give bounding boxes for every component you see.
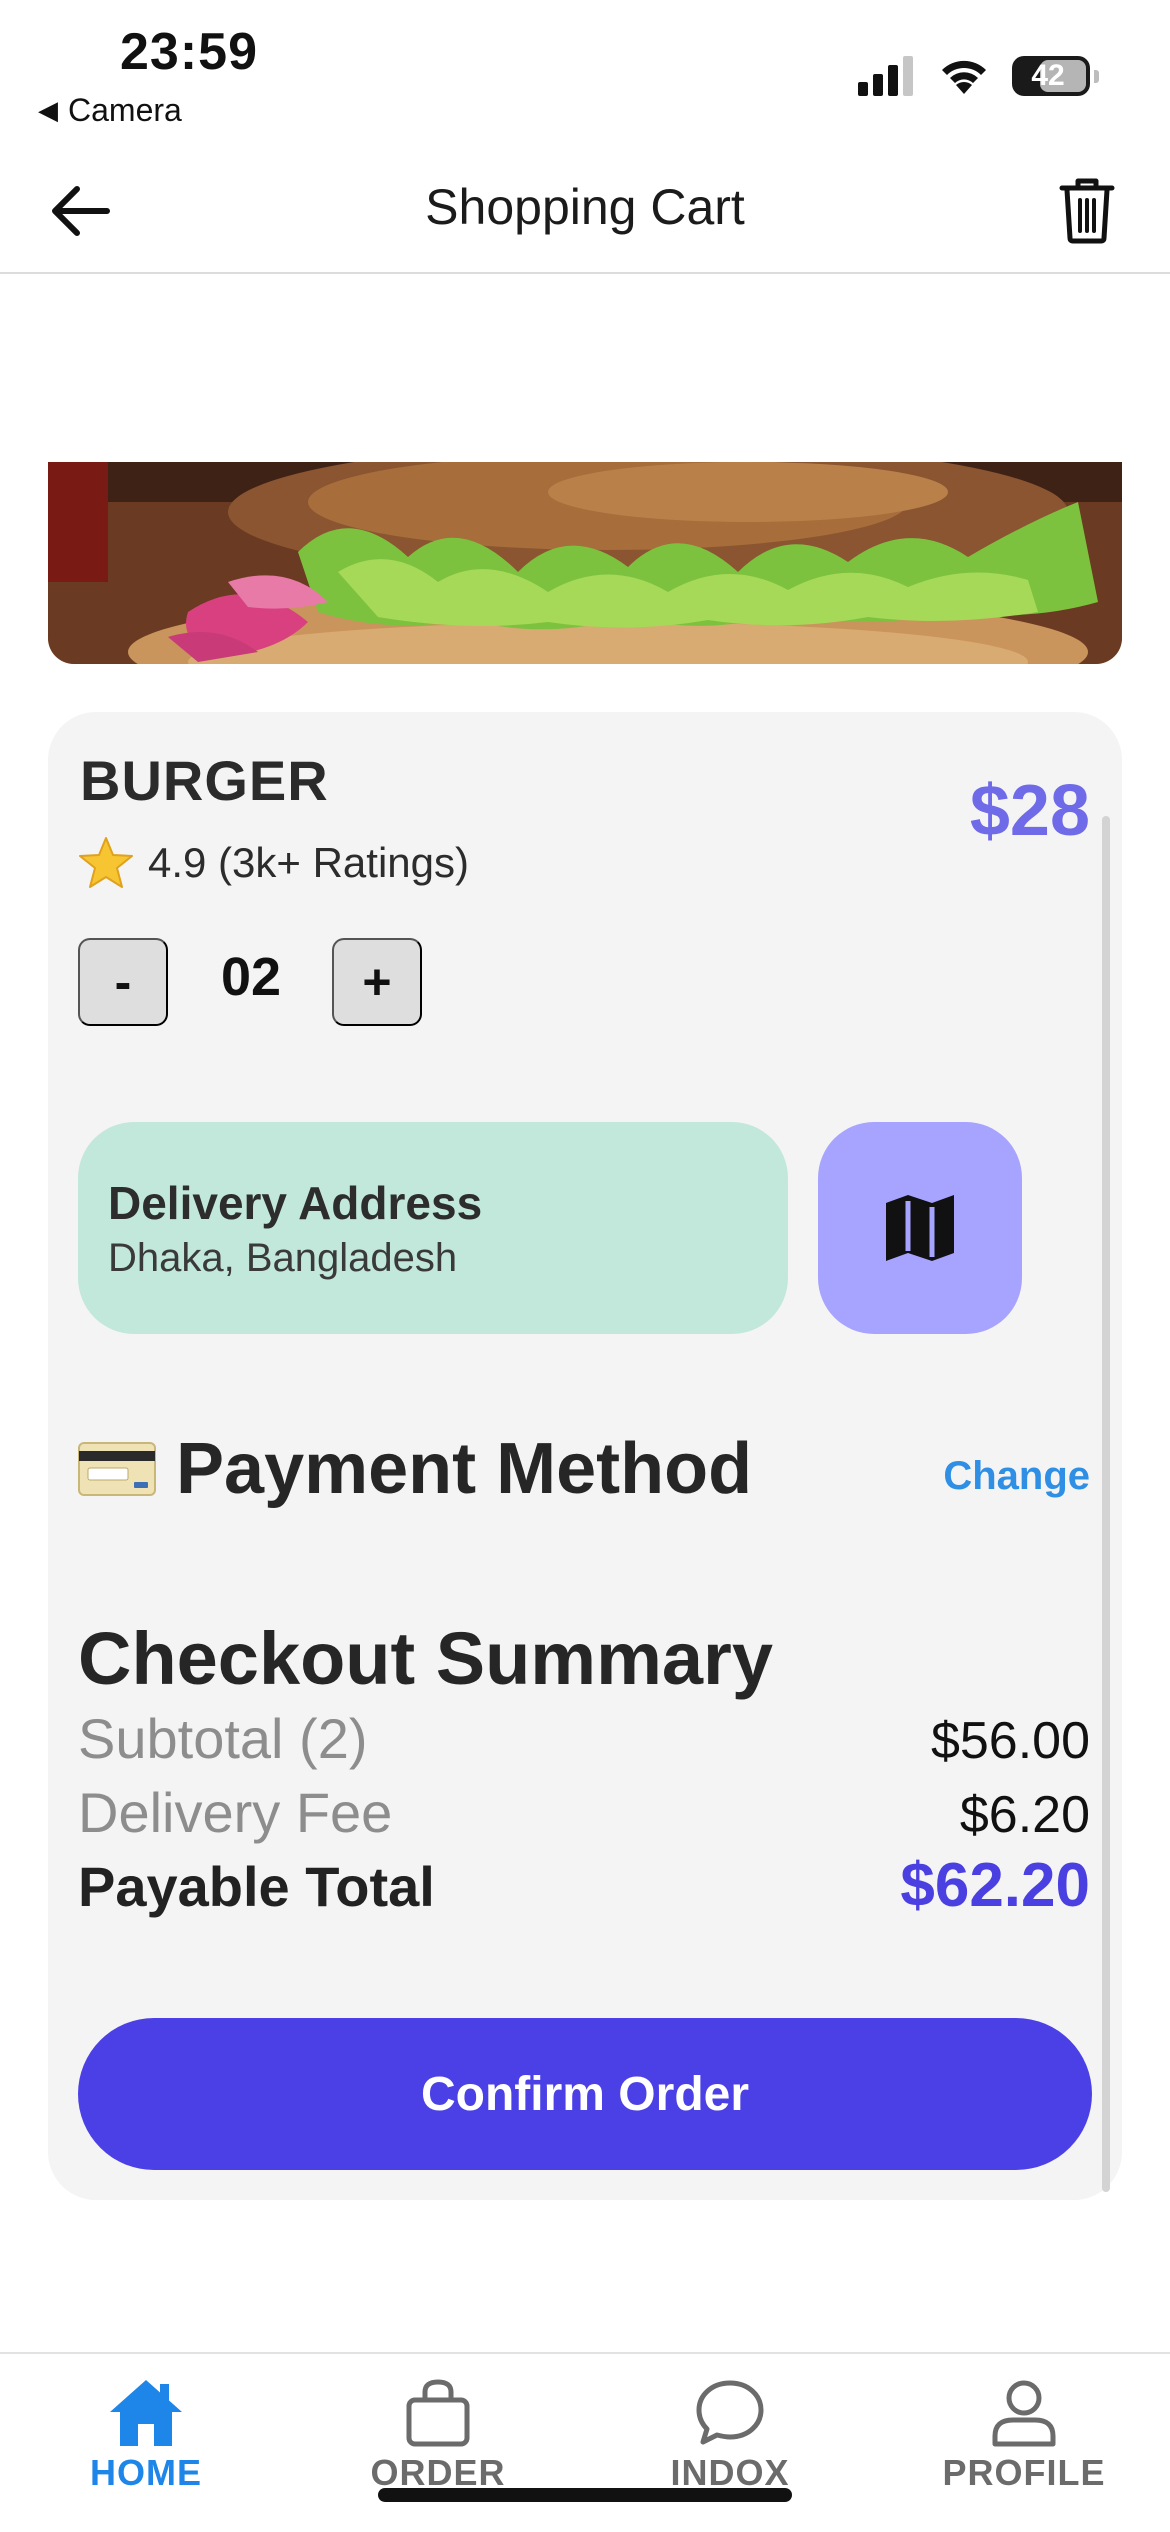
scrollbar[interactable] — [1102, 816, 1110, 2192]
clear-cart-button[interactable] — [1052, 172, 1122, 248]
battery-icon: 42 — [1012, 56, 1099, 96]
confirm-order-button[interactable]: Confirm Order — [78, 2018, 1092, 2170]
subtotal-label: Subtotal (2) — [78, 1707, 368, 1770]
user-icon — [992, 2380, 1056, 2447]
shopping-bag-icon — [406, 2379, 470, 2447]
payable-total-value: $62.20 — [900, 1851, 1090, 1920]
change-payment-link[interactable]: Change — [943, 1454, 1090, 1499]
delivery-address-box[interactable]: Delivery Address Dhaka, Bangladesh — [78, 1122, 788, 1334]
summary-row-subtotal: Subtotal (2) $56.00 — [78, 1706, 1090, 1771]
home-indicator[interactable] — [378, 2488, 792, 2502]
status-time: 23:59 — [120, 23, 258, 81]
bottom-nav: HOME ORDER INDOX PROFILE — [0, 2352, 1170, 2532]
summary-row-delivery-fee: Delivery Fee $6.20 — [78, 1780, 1090, 1845]
map-button[interactable] — [818, 1122, 1022, 1334]
nav-item-profile[interactable]: PROFILE — [904, 2378, 1144, 2494]
burger-photo — [48, 462, 1122, 664]
nav-label-profile: PROFILE — [942, 2452, 1106, 2493]
status-back-to-app[interactable]: ◀ Camera — [38, 92, 182, 129]
item-name: BURGER — [80, 749, 329, 812]
payment-method-title: Payment Method — [176, 1429, 753, 1509]
status-indicators: 42 — [858, 56, 1099, 96]
wifi-icon — [942, 60, 986, 94]
summary-row-total: Payable Total $62.20 — [78, 1850, 1090, 1921]
cellular-signal-icon — [858, 56, 913, 96]
nav-item-home[interactable]: HOME — [26, 2378, 266, 2494]
delivery-address-title: Delivery Address — [108, 1177, 483, 1229]
delivery-address-value: Dhaka, Bangladesh — [108, 1236, 458, 1280]
item-rating: 4.9 (3k+ Ratings) — [78, 836, 469, 890]
page-title: Shopping Cart — [425, 179, 745, 235]
payable-total-label: Payable Total — [78, 1855, 435, 1918]
battery-level: 42 — [1031, 59, 1065, 92]
checkout-summary-title: Checkout Summary — [78, 1617, 773, 1700]
home-icon — [110, 2380, 182, 2446]
item-price: $28 — [969, 771, 1090, 851]
quantity-decrease-button[interactable]: - — [78, 938, 168, 1026]
rating-text: 4.9 (3k+ Ratings) — [148, 839, 469, 886]
back-triangle-icon: ◀ — [38, 95, 58, 125]
status-back-app-label: Camera — [68, 92, 182, 128]
star-icon — [79, 837, 133, 888]
credit-card-icon — [78, 1442, 156, 1496]
delivery-fee-value: $6.20 — [959, 1786, 1090, 1844]
quantity-value: 02 — [220, 947, 282, 1007]
status-bar: 23:59 ◀ Camera 42 — [0, 0, 1170, 140]
quantity-increase-button[interactable]: + — [332, 938, 422, 1026]
chat-bubble-icon — [696, 2380, 764, 2445]
map-icon — [886, 1195, 954, 1261]
product-image — [48, 462, 1122, 664]
nav-item-inbox[interactable]: INDOX — [610, 2378, 850, 2494]
nav-label-home: HOME — [90, 2452, 202, 2493]
payment-method-row: Payment Method — [78, 1428, 752, 1510]
delivery-fee-label: Delivery Fee — [78, 1781, 393, 1844]
subtotal-value: $56.00 — [930, 1712, 1090, 1770]
trash-icon — [1059, 178, 1115, 244]
nav-item-order[interactable]: ORDER — [318, 2378, 558, 2494]
app-header: Shopping Cart — [0, 148, 1170, 274]
